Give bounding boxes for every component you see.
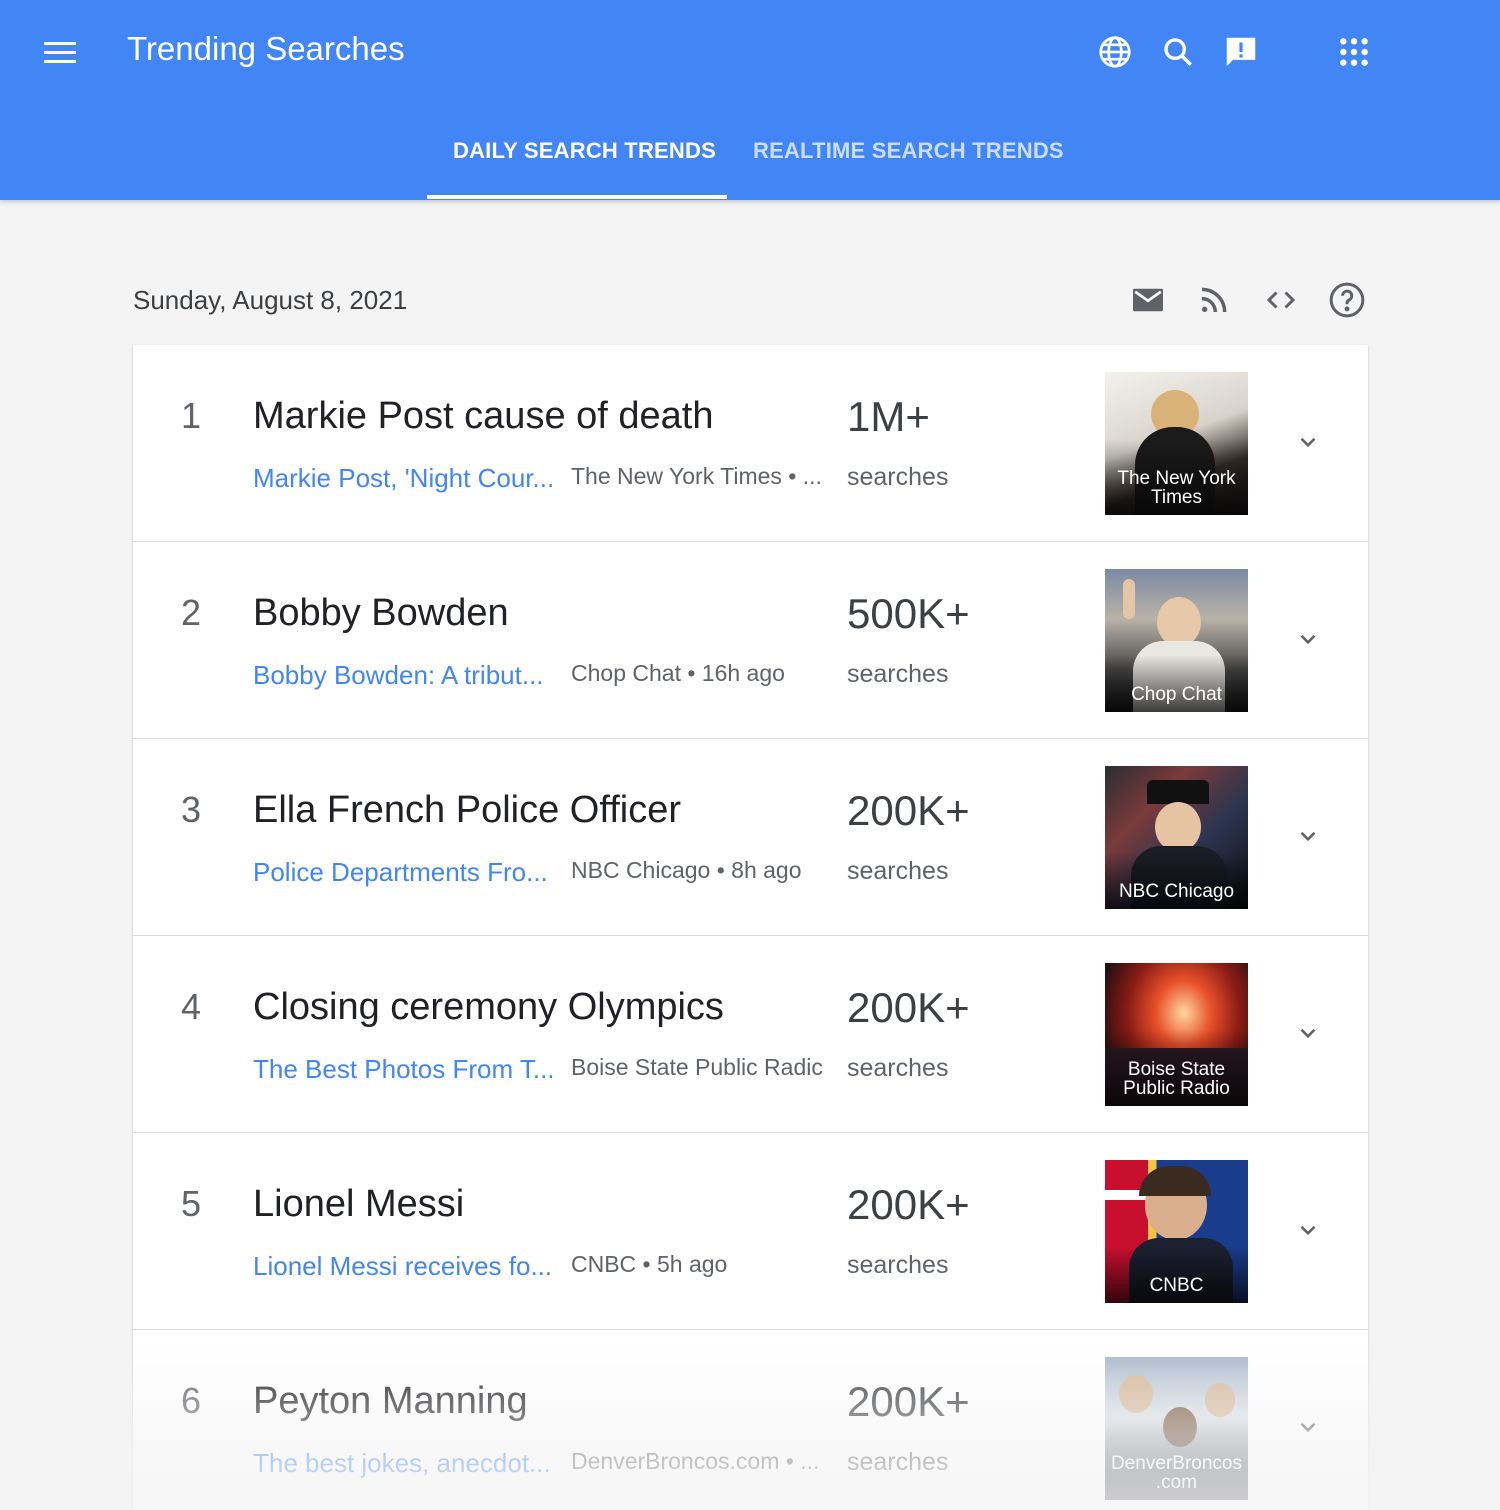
thumbnail-caption: DenverBroncos .com	[1105, 1424, 1248, 1500]
trend-row[interactable]: 5 Lionel Messi Lionel Messi receives fo.…	[133, 1133, 1368, 1330]
email-icon[interactable]	[1128, 280, 1168, 320]
trend-source: NBC Chicago • 8h ago	[571, 857, 823, 884]
active-tab-indicator	[427, 195, 727, 199]
chevron-down-icon[interactable]	[1293, 624, 1323, 654]
trend-row[interactable]: 1 Markie Post cause of death Markie Post…	[133, 345, 1368, 542]
trend-rank: 5	[181, 1183, 201, 1225]
trend-search-count: 200K+	[847, 1181, 970, 1229]
trend-rank: 1	[181, 395, 201, 437]
trend-searches-label: searches	[847, 857, 948, 886]
trend-rank: 2	[181, 592, 201, 634]
trend-row[interactable]: 3 Ella French Police Officer Police Depa…	[133, 739, 1368, 936]
trend-row[interactable]: 2 Bobby Bowden Bobby Bowden: A tribut...…	[133, 542, 1368, 739]
thumbnail-caption: Boise State Public Radio	[1105, 1030, 1248, 1106]
tab-realtime-search-trends[interactable]: REALTIME SEARCH TRENDS	[753, 138, 1064, 164]
trend-searches-label: searches	[847, 1448, 948, 1477]
trend-thumbnail[interactable]: CNBC	[1105, 1160, 1248, 1303]
globe-icon[interactable]	[1096, 33, 1134, 71]
trend-thumbnail[interactable]: The New York Times	[1105, 372, 1248, 515]
trend-article-link[interactable]: The best jokes, anecdot...	[253, 1448, 559, 1479]
trend-article-link[interactable]: Police Departments Fro...	[253, 857, 559, 888]
trend-term[interactable]: Bobby Bowden	[253, 592, 509, 635]
trend-searches-label: searches	[847, 463, 948, 492]
trend-searches-label: searches	[847, 1251, 948, 1280]
trend-source: Boise State Public Radic	[571, 1054, 823, 1081]
trend-source: Chop Chat • 16h ago	[571, 660, 823, 687]
trend-rank: 3	[181, 789, 201, 831]
trend-term[interactable]: Peyton Manning	[253, 1380, 528, 1423]
trends-list: 1 Markie Post cause of death Markie Post…	[133, 345, 1368, 1510]
trend-searches-label: searches	[847, 660, 948, 689]
trend-thumbnail[interactable]: Boise State Public Radio	[1105, 963, 1248, 1106]
trend-search-count: 200K+	[847, 984, 970, 1032]
trend-term[interactable]: Lionel Messi	[253, 1183, 464, 1226]
trend-search-count: 1M+	[847, 393, 930, 441]
trend-term[interactable]: Ella French Police Officer	[253, 789, 681, 832]
trend-term[interactable]: Closing ceremony Olympics	[253, 986, 724, 1029]
chevron-down-icon[interactable]	[1293, 1215, 1323, 1245]
trend-source: DenverBroncos.com • ...	[571, 1448, 823, 1475]
trend-thumbnail[interactable]: DenverBroncos .com	[1105, 1357, 1248, 1500]
thumbnail-caption: Chop Chat	[1105, 655, 1248, 712]
trend-article-link[interactable]: The Best Photos From T...	[253, 1054, 559, 1085]
rss-icon[interactable]	[1194, 280, 1234, 320]
trend-rank: 6	[181, 1380, 201, 1422]
thumbnail-caption: CNBC	[1105, 1246, 1248, 1303]
app-title: Trending Searches	[127, 30, 405, 68]
trend-term[interactable]: Markie Post cause of death	[253, 395, 713, 438]
trend-article-link[interactable]: Markie Post, 'Night Cour...	[253, 463, 559, 494]
tab-daily-search-trends[interactable]: DAILY SEARCH TRENDS	[453, 138, 716, 164]
chevron-down-icon[interactable]	[1293, 1018, 1323, 1048]
trend-row[interactable]: 6 Peyton Manning The best jokes, anecdot…	[133, 1330, 1368, 1510]
trend-search-count: 200K+	[847, 1378, 970, 1426]
apps-grid-icon[interactable]	[1335, 33, 1373, 71]
feedback-icon[interactable]	[1222, 33, 1260, 71]
thumbnail-caption: NBC Chicago	[1105, 852, 1248, 909]
trend-thumbnail[interactable]: NBC Chicago	[1105, 766, 1248, 909]
menu-icon[interactable]	[40, 36, 80, 70]
embed-code-icon[interactable]	[1261, 280, 1301, 320]
trend-search-count: 200K+	[847, 787, 970, 835]
chevron-down-icon[interactable]	[1293, 427, 1323, 457]
trend-row[interactable]: 4 Closing ceremony Olympics The Best Pho…	[133, 936, 1368, 1133]
app-header: Trending Searches DAILY SEARCH TRENDS RE…	[0, 0, 1500, 200]
trend-rank: 4	[181, 986, 201, 1028]
search-icon[interactable]	[1159, 33, 1197, 71]
trend-article-link[interactable]: Lionel Messi receives fo...	[253, 1251, 559, 1282]
chevron-down-icon[interactable]	[1293, 1412, 1323, 1442]
thumbnail-caption: The New York Times	[1105, 439, 1248, 515]
help-icon[interactable]	[1327, 280, 1367, 320]
trend-searches-label: searches	[847, 1054, 948, 1083]
trend-source: CNBC • 5h ago	[571, 1251, 823, 1278]
trend-search-count: 500K+	[847, 590, 970, 638]
trend-source: The New York Times • ...	[571, 463, 823, 490]
trend-thumbnail[interactable]: Chop Chat	[1105, 569, 1248, 712]
chevron-down-icon[interactable]	[1293, 821, 1323, 851]
trend-article-link[interactable]: Bobby Bowden: A tribut...	[253, 660, 559, 691]
trends-date: Sunday, August 8, 2021	[133, 285, 407, 316]
